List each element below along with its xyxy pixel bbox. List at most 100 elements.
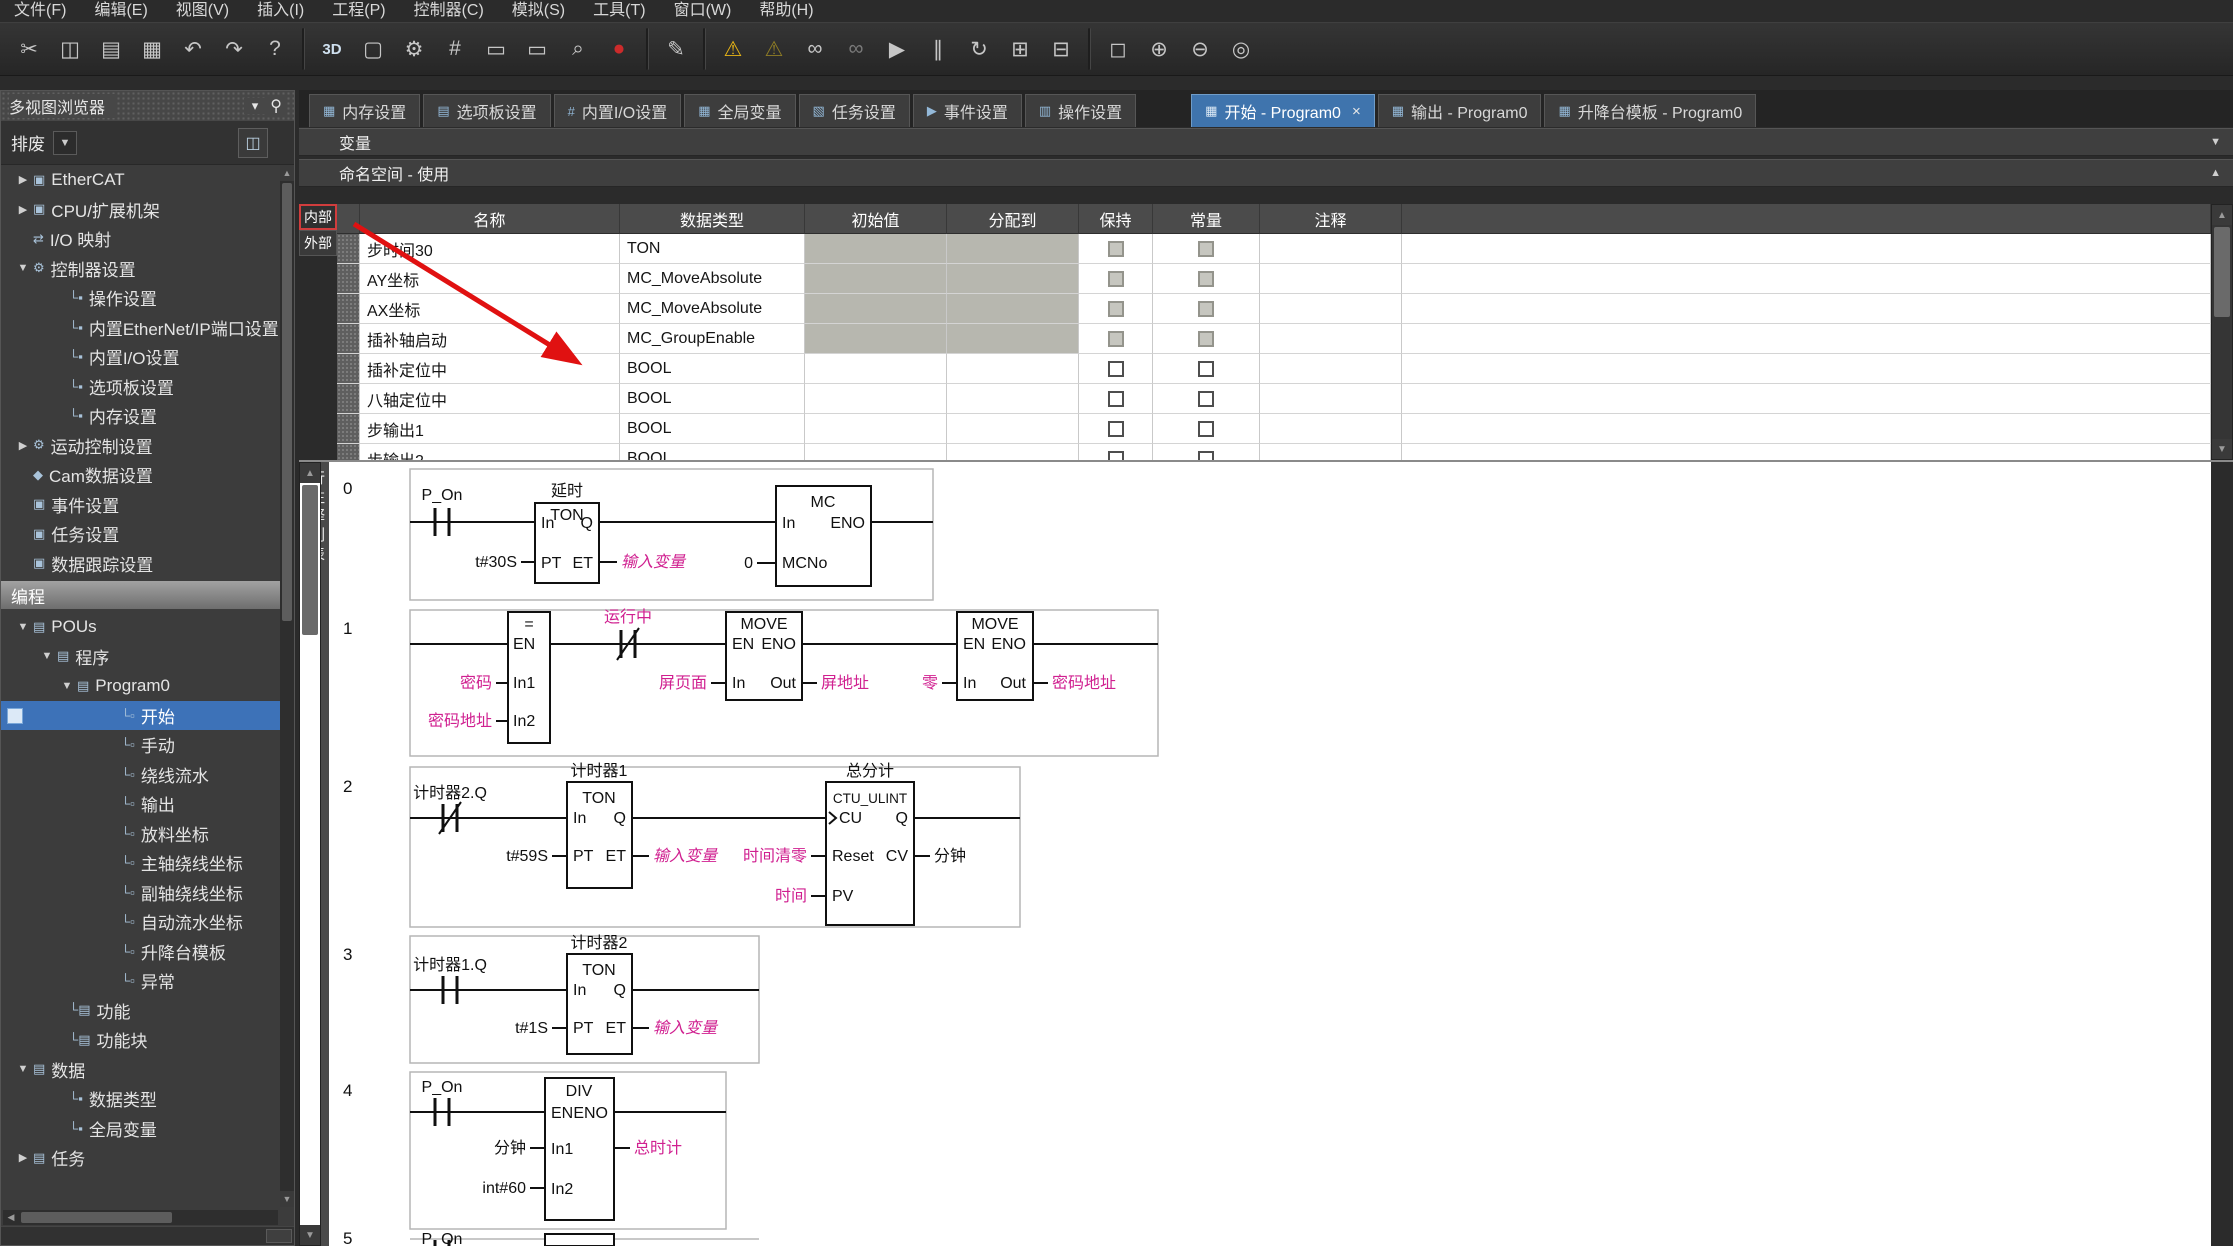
row-handle[interactable] xyxy=(337,264,360,294)
rung-3[interactable]: 3 计时器1.Q 计时器2 TON In Q PT ET t#1S 输入变量 xyxy=(343,934,759,1063)
constant-checkbox[interactable] xyxy=(1198,451,1214,461)
scrollbar-thumb[interactable] xyxy=(282,183,292,621)
sidebar-item[interactable]: └▪ 内置I/O设置 xyxy=(1,342,280,372)
tab[interactable]: ▥ 操作设置 xyxy=(1025,94,1136,127)
panel-icon[interactable]: ▢ xyxy=(354,29,392,69)
sidebar-item[interactable]: ▼ ▤ POUs xyxy=(1,612,280,642)
menu-item[interactable]: 文件(F) xyxy=(0,0,80,22)
sidebar-item[interactable]: └▪ 内置EtherNet/IP端口设置 xyxy=(1,313,280,343)
unlink-icon[interactable]: ∞ xyxy=(837,29,875,69)
scrollbar-thumb[interactable] xyxy=(302,485,318,635)
constant-checkbox[interactable] xyxy=(1198,361,1214,377)
operand[interactable]: 零 xyxy=(922,675,938,692)
column-header[interactable]: 名称 xyxy=(360,204,620,234)
menu-item[interactable]: 视图(V) xyxy=(162,0,243,22)
menu-item[interactable]: 帮助(H) xyxy=(745,0,827,22)
rung-5[interactable]: 5 P_On xyxy=(343,1229,759,1246)
data-type-cell[interactable]: BOOL xyxy=(620,414,805,444)
variables-bar[interactable]: 变量 ▼ xyxy=(299,128,2233,156)
row-handle[interactable] xyxy=(337,414,360,444)
comment-cell[interactable] xyxy=(1260,234,1402,264)
table-row[interactable]: AY坐标 MC_MoveAbsolute xyxy=(337,264,2211,294)
allocation-cell[interactable] xyxy=(947,234,1079,264)
menu-item[interactable]: 控制器(C) xyxy=(400,0,498,22)
collapse-up-icon[interactable]: ▲ xyxy=(2210,167,2221,179)
operand[interactable]: 时间 xyxy=(775,887,807,905)
collapse-down-icon[interactable]: ▼ xyxy=(2210,136,2221,148)
scroll-down-icon[interactable]: ▼ xyxy=(2212,439,2232,459)
scrollbar-thumb[interactable] xyxy=(21,1212,172,1223)
operand[interactable]: 密码地址 xyxy=(428,712,492,730)
operand[interactable]: t#30S xyxy=(475,554,517,571)
variable-name-cell[interactable]: AY坐标 xyxy=(360,264,620,294)
table-row[interactable]: 步时间30 TON xyxy=(337,234,2211,264)
tab[interactable]: ▧ 任务设置 xyxy=(799,94,910,127)
comment-cell[interactable] xyxy=(1260,324,1402,354)
zoom-out-icon[interactable]: ⊖ xyxy=(1181,29,1219,69)
operand[interactable]: 分钟 xyxy=(494,1139,526,1157)
row-handle[interactable] xyxy=(337,444,360,460)
sidebar-item[interactable]: └▫ 主轴绕线坐标 xyxy=(1,848,280,878)
device-panel-button[interactable]: ◫ xyxy=(238,128,268,158)
allocation-cell[interactable] xyxy=(947,354,1079,384)
comment-cell[interactable] xyxy=(1260,384,1402,414)
operand[interactable]: 分钟 xyxy=(934,847,966,865)
window-remove-icon[interactable]: ⊟ xyxy=(1042,29,1080,69)
zoom-reset-icon[interactable]: ◎ xyxy=(1222,29,1260,69)
build-settings-icon[interactable]: ⚙ xyxy=(395,29,433,69)
row-handle[interactable] xyxy=(337,234,360,264)
block-partial[interactable] xyxy=(545,1234,614,1246)
column-header[interactable]: 注释 xyxy=(1260,204,1402,234)
menu-item[interactable]: 工程(P) xyxy=(318,0,399,22)
variable-name-cell[interactable]: 步输出2 xyxy=(360,444,620,460)
contact-label[interactable]: P_On xyxy=(422,487,463,504)
operand[interactable]: 输入变量 xyxy=(621,553,687,571)
column-header[interactable]: 数据类型 xyxy=(620,204,805,234)
sidebar-item[interactable]: ⇄ I/O 映射 xyxy=(1,224,280,254)
pause-icon[interactable]: ∥ xyxy=(919,29,957,69)
variable-name-cell[interactable]: 插补轴启动 xyxy=(360,324,620,354)
table-row[interactable]: AX坐标 MC_MoveAbsolute xyxy=(337,294,2211,324)
menu-item[interactable]: 编辑(E) xyxy=(80,0,161,22)
scroll-down-icon[interactable]: ▼ xyxy=(300,1225,320,1245)
comment-cell[interactable] xyxy=(1260,354,1402,384)
initial-value-cell[interactable] xyxy=(805,294,947,324)
retain-checkbox[interactable] xyxy=(1108,241,1124,257)
variable-name-cell[interactable]: 步时间30 xyxy=(360,234,620,264)
tree-scrollbar[interactable]: ▲ ▼ xyxy=(280,165,294,1207)
tab[interactable]: ▦ 升降台模板 - Program0 xyxy=(1544,94,1756,127)
scroll-up-icon[interactable]: ▲ xyxy=(300,463,320,483)
sidebar-item[interactable]: └▤ 功能 xyxy=(1,996,280,1026)
sidebar-item[interactable]: └▫ 副轴绕线坐标 xyxy=(1,878,280,908)
warning-icon[interactable]: ⚠ xyxy=(714,29,752,69)
scroll-up-icon[interactable]: ▲ xyxy=(2212,205,2232,225)
comment-cell[interactable] xyxy=(1260,264,1402,294)
allocation-cell[interactable] xyxy=(947,324,1079,354)
scope-tab[interactable]: 外部 xyxy=(299,230,337,256)
allocation-cell[interactable] xyxy=(947,384,1079,414)
expand-arrow-icon[interactable]: ▼ xyxy=(13,262,33,274)
sidebar-item[interactable]: └▫ 手动 xyxy=(1,730,280,760)
sidebar-item[interactable]: └▫ 异常 xyxy=(1,966,280,996)
retain-checkbox[interactable] xyxy=(1108,361,1124,377)
scroll-down-icon[interactable]: ▼ xyxy=(280,1191,294,1207)
sidebar-item[interactable]: ▼ ▤ Program0 xyxy=(1,671,280,701)
sync-icon[interactable]: ↻ xyxy=(960,29,998,69)
allocation-cell[interactable] xyxy=(947,444,1079,460)
sidebar-item[interactable]: └▫ 自动流水坐标 xyxy=(1,907,280,937)
operand[interactable]: 时间清零 xyxy=(743,847,807,865)
window-add-icon[interactable]: ⊞ xyxy=(1001,29,1039,69)
contact-label[interactable]: 运行中 xyxy=(604,608,652,626)
ladder-scrollbar[interactable]: ▲ ▼ xyxy=(299,462,321,1246)
contact-label[interactable]: 计时器1.Q xyxy=(413,956,487,974)
edit-icon[interactable]: ✎ xyxy=(657,29,695,69)
sidebar-item[interactable]: └▫ 开始 xyxy=(1,701,280,731)
sidebar-item[interactable]: ▶ ▤ 任务 xyxy=(1,1143,280,1173)
sidebar-item[interactable]: └▪ 内存设置 xyxy=(1,401,280,431)
paste-icon[interactable]: ▤ xyxy=(92,29,130,69)
operand[interactable]: int#60 xyxy=(482,1180,526,1197)
help-icon[interactable]: ? xyxy=(256,29,294,69)
initial-value-cell[interactable] xyxy=(805,384,947,414)
pin-icon[interactable]: ⚲ xyxy=(266,96,286,116)
device-dropdown-button[interactable]: ▼ xyxy=(53,131,77,155)
